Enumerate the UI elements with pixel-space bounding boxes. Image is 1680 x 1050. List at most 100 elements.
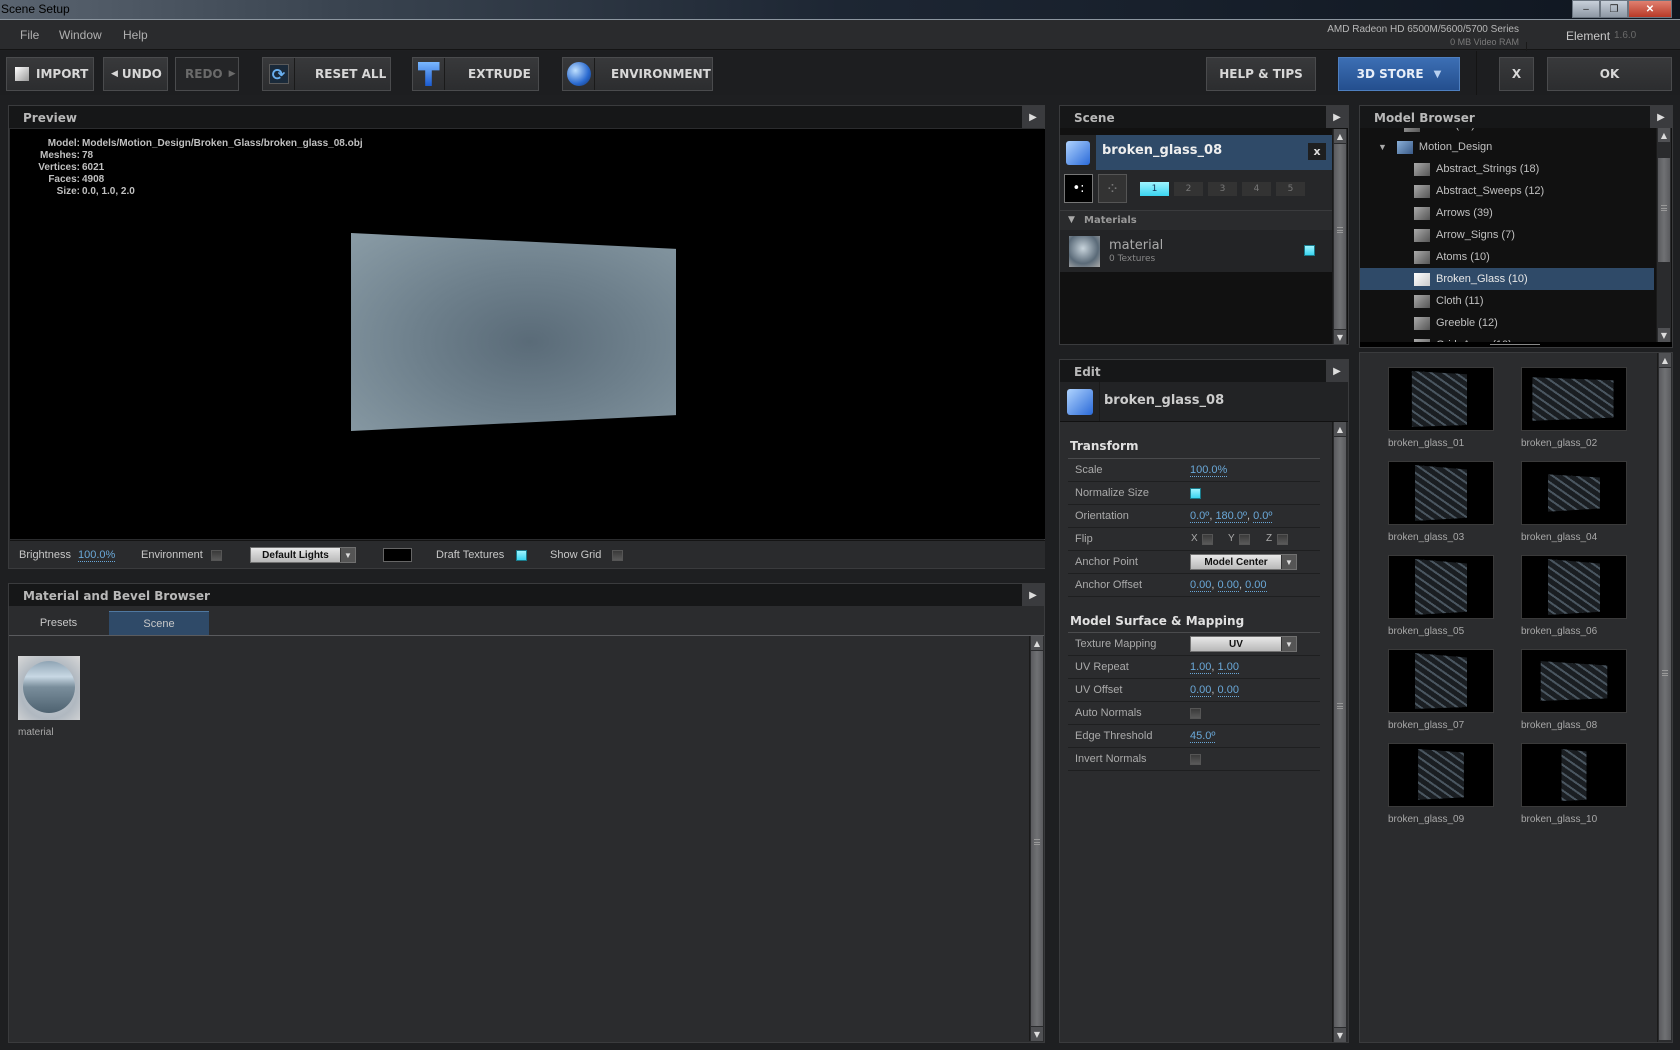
model-thumbnail[interactable] — [1521, 461, 1627, 525]
tree-item-motion-design[interactable]: ▼ Motion_Design — [1360, 136, 1654, 158]
model-thumbnail[interactable] — [1388, 461, 1494, 525]
material-browser-expand-button[interactable]: ▶ — [1022, 584, 1044, 606]
scroll-thumb[interactable] — [1659, 368, 1671, 1040]
lights-mode-icon[interactable]: •: — [1064, 174, 1093, 203]
import-button[interactable]: IMPORT — [6, 57, 94, 91]
tree-item-grid-array[interactable]: Grid_Array (10) — [1360, 334, 1654, 342]
ok-button[interactable]: OK — [1547, 57, 1672, 91]
scroll-thumb[interactable] — [1658, 158, 1670, 262]
preview-expand-button[interactable]: ▶ — [1022, 106, 1044, 128]
model-thumbnail[interactable] — [1388, 649, 1494, 713]
model-thumbnail[interactable] — [1521, 743, 1627, 807]
scene-scrollbar[interactable]: ▲ ▼ — [1332, 129, 1347, 344]
brightness-value[interactable]: 100.0% — [78, 549, 116, 562]
menu-window[interactable]: Window — [59, 28, 102, 42]
model-thumbnail[interactable] — [1388, 367, 1494, 431]
uv-repeat-v[interactable]: 1.00 — [1217, 661, 1239, 674]
texture-mapping-dropdown[interactable]: UV ▼ — [1190, 636, 1297, 652]
extrude-button[interactable]: EXTRUDE — [412, 57, 539, 91]
scroll-thumb[interactable] — [1334, 144, 1346, 329]
orientation-y[interactable]: 180.0º — [1215, 510, 1247, 523]
scale-value[interactable]: 100.0% — [1190, 464, 1228, 477]
model-thumbnail[interactable] — [1521, 649, 1627, 713]
flip-y-checkbox[interactable] — [1239, 534, 1250, 545]
lights-dropdown[interactable]: Default Lights ▼ — [250, 547, 356, 563]
edit-scrollbar[interactable]: ▲ ▼ — [1332, 422, 1347, 1042]
background-color-swatch[interactable] — [383, 548, 412, 562]
group-2-button[interactable]: 2 — [1174, 182, 1203, 196]
material-thumbnail[interactable] — [18, 656, 80, 720]
scroll-down-icon[interactable]: ▼ — [1334, 330, 1346, 344]
tab-scene[interactable]: Scene — [109, 611, 209, 635]
tree-item-cloth[interactable]: Cloth (11) — [1360, 290, 1654, 312]
tree-item-greeble[interactable]: Greeble (12) — [1360, 312, 1654, 334]
tree-item-abstract-sweeps[interactable]: Abstract_Sweeps (12) — [1360, 180, 1654, 202]
particles-mode-icon[interactable]: ⁘ — [1098, 174, 1127, 203]
edge-threshold-value[interactable]: 45.0º — [1190, 730, 1216, 743]
orientation-x[interactable]: 0.0º — [1190, 510, 1210, 523]
thumbnail-scrollbar[interactable]: ▲ — [1657, 353, 1672, 1042]
redo-button[interactable]: REDO ▶ — [175, 57, 239, 91]
tree-item-arrows[interactable]: Arrows (39) — [1360, 202, 1654, 224]
flip-x-checkbox[interactable] — [1202, 534, 1213, 545]
anchor-offset-y[interactable]: 0.00 — [1217, 579, 1239, 592]
model-tree-scrollbar[interactable]: ▲ ▼ — [1656, 128, 1671, 342]
anchor-offset-x[interactable]: 0.00 — [1190, 579, 1212, 592]
tree-item-abstract-strings[interactable]: Abstract_Strings (18) — [1360, 158, 1654, 180]
splitter-handle[interactable] — [1360, 342, 1672, 347]
uv-offset-v[interactable]: 0.00 — [1217, 684, 1239, 697]
orientation-z[interactable]: 0.0º — [1253, 510, 1273, 523]
environment-checkbox[interactable] — [211, 550, 222, 561]
normalize-size-checkbox[interactable] — [1190, 488, 1201, 499]
scroll-up-icon[interactable]: ▲ — [1334, 129, 1346, 143]
group-1-button[interactable]: 1 — [1140, 182, 1169, 196]
model-browser-expand-button[interactable]: ▶ — [1650, 106, 1672, 128]
invert-normals-checkbox[interactable] — [1190, 754, 1201, 765]
help-tips-button[interactable]: HELP & TIPS — [1206, 57, 1316, 91]
cancel-button[interactable]: X — [1499, 57, 1534, 91]
draft-textures-checkbox[interactable] — [516, 550, 527, 561]
materials-section-header[interactable]: ▼ Materials — [1060, 210, 1332, 230]
tree-item-broken-glass[interactable]: Broken_Glass (10) — [1360, 268, 1654, 290]
environment-button[interactable]: ENVIRONMENT — [562, 57, 713, 91]
anchor-point-dropdown[interactable]: Model Center ▼ — [1190, 554, 1297, 570]
anchor-offset-z[interactable]: 0.00 — [1245, 579, 1267, 592]
scroll-thumb[interactable] — [1334, 437, 1346, 1027]
group-5-button[interactable]: 5 — [1276, 182, 1305, 196]
scroll-up-icon[interactable]: ▲ — [1659, 353, 1671, 367]
auto-normals-checkbox[interactable] — [1190, 708, 1201, 719]
material-visible-checkbox[interactable] — [1304, 245, 1315, 256]
scroll-down-icon[interactable]: ▼ — [1334, 1028, 1346, 1042]
scroll-down-icon[interactable]: ▼ — [1031, 1027, 1043, 1041]
menu-file[interactable]: File — [20, 28, 39, 42]
3d-store-button[interactable]: 3D STORE ▼ — [1338, 57, 1460, 91]
material-browser-scrollbar[interactable]: ▲ ▼ — [1029, 636, 1044, 1041]
scroll-down-icon[interactable]: ▼ — [1658, 328, 1670, 342]
uv-repeat-u[interactable]: 1.00 — [1190, 661, 1212, 674]
minimize-button[interactable]: ‒ — [1572, 0, 1600, 18]
show-grid-checkbox[interactable] — [612, 550, 623, 561]
tree-item-arrow-signs[interactable]: Arrow_Signs (7) — [1360, 224, 1654, 246]
group-4-button[interactable]: 4 — [1242, 182, 1271, 196]
model-thumbnail[interactable] — [1388, 555, 1494, 619]
3d-viewport[interactable]: Model: Meshes: Vertices: Faces: Size: Mo… — [10, 129, 1045, 539]
material-row[interactable]: material 0 Textures — [1060, 230, 1332, 272]
model-thumbnail[interactable] — [1521, 555, 1627, 619]
scroll-up-icon[interactable]: ▲ — [1334, 422, 1346, 436]
scroll-up-icon[interactable]: ▲ — [1031, 636, 1043, 650]
uv-offset-u[interactable]: 0.00 — [1190, 684, 1212, 697]
scroll-thumb[interactable] — [1031, 651, 1043, 1026]
close-window-button[interactable]: ✕ — [1628, 0, 1672, 18]
model-thumbnail[interactable] — [1388, 743, 1494, 807]
group-3-button[interactable]: 3 — [1208, 182, 1237, 196]
undo-button[interactable]: ◀ UNDO — [103, 57, 168, 91]
restore-button[interactable]: ❐ — [1600, 0, 1628, 18]
scene-object-row[interactable]: broken_glass_08 x — [1060, 135, 1332, 170]
remove-object-button[interactable]: x — [1308, 143, 1326, 160]
flip-z-checkbox[interactable] — [1277, 534, 1288, 545]
reset-all-button[interactable]: ⟳ RESET ALL — [262, 57, 391, 91]
model-thumbnail[interactable] — [1521, 367, 1627, 431]
scene-expand-button[interactable]: ▶ — [1326, 106, 1348, 128]
tab-presets[interactable]: Presets — [9, 611, 108, 635]
menu-help[interactable]: Help — [123, 28, 148, 42]
